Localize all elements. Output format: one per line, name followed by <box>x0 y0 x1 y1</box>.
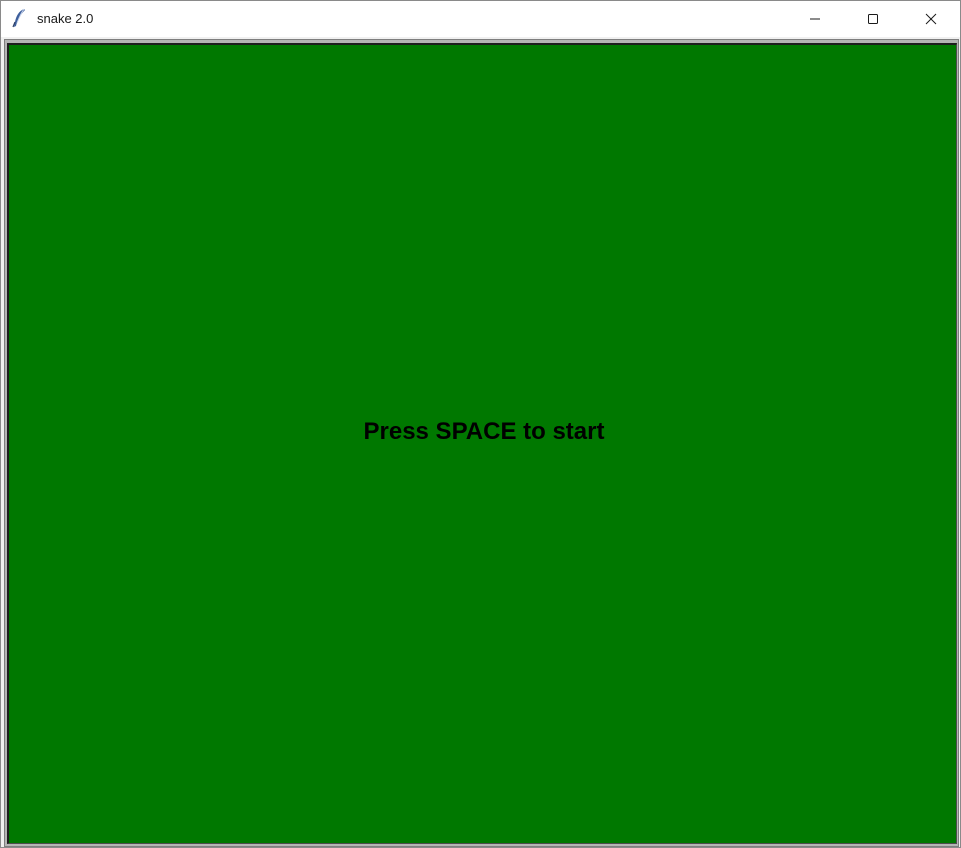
close-icon <box>925 13 937 25</box>
close-button[interactable] <box>902 1 960 37</box>
game-canvas[interactable]: Press SPACE to start <box>7 43 957 844</box>
minimize-icon <box>810 18 820 20</box>
start-prompt: Press SPACE to start <box>363 418 605 445</box>
app-window: snake 2.0 Press SPACE to start <box>0 0 961 848</box>
maximize-button[interactable] <box>844 1 902 37</box>
minimize-button[interactable] <box>786 1 844 37</box>
feather-icon <box>12 8 25 28</box>
maximize-icon <box>868 14 878 24</box>
title-bar[interactable]: snake 2.0 <box>1 1 960 37</box>
window-title: snake 2.0 <box>37 11 94 26</box>
